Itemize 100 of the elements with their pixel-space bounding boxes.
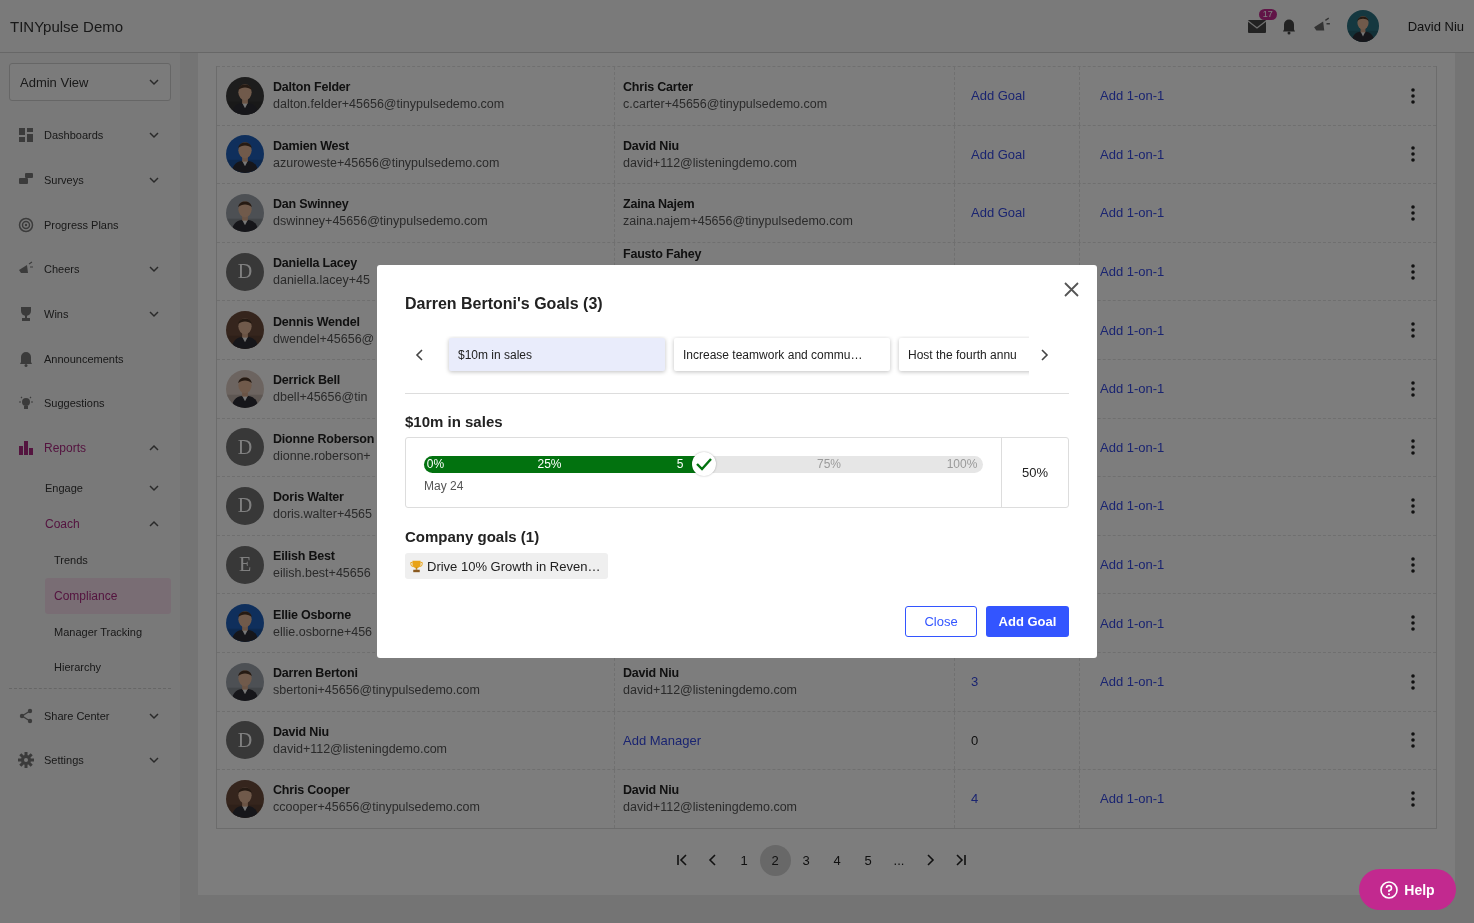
add-one-on-one-link[interactable]: Add 1-on-1 xyxy=(1100,674,1165,690)
close-button[interactable]: Close xyxy=(905,606,977,637)
manager-name: David Niu xyxy=(623,783,680,798)
manager-email: david+112@listeningdemo.com xyxy=(623,800,799,815)
employee-name: Darren Bertoni xyxy=(273,666,359,681)
dialog-title: Darren Bertoni's Goals (3) xyxy=(405,295,604,313)
sidebar-item[interactable]: Share Center xyxy=(0,693,180,738)
add-one-on-one-link[interactable]: Add 1-on-1 xyxy=(1100,498,1165,514)
sidebar-item[interactable]: Compliance xyxy=(45,577,171,614)
sidebar-item[interactable]: Suggestions xyxy=(0,381,180,426)
sidebar-item[interactable]: Surveys xyxy=(0,157,180,203)
employee-email: azuroweste+45656@tinypulsedemo.com xyxy=(273,155,500,170)
more-options-icon[interactable] xyxy=(1411,322,1415,339)
goal-tab[interactable]: Host the fourth annu xyxy=(899,338,1029,371)
sidebar-item[interactable]: Cheers xyxy=(0,247,180,292)
sidebar-item[interactable]: Coach xyxy=(0,506,180,543)
more-options-icon[interactable] xyxy=(1411,146,1415,163)
user-name[interactable]: David Niu xyxy=(1407,18,1464,34)
employee-name: Derrick Bell xyxy=(273,373,342,388)
add-goal-link[interactable]: Add Goal xyxy=(971,146,1026,162)
company-goal-chip[interactable]: Drive 10% Growth in Reven… xyxy=(405,553,609,579)
more-options-icon[interactable] xyxy=(1411,790,1415,807)
avatar: D xyxy=(226,486,264,525)
more-options-icon[interactable] xyxy=(1411,205,1415,221)
share-icon xyxy=(18,707,34,724)
help-button[interactable]: Help xyxy=(1359,869,1456,910)
more-options-icon[interactable] xyxy=(1411,615,1415,632)
add-one-on-one-link[interactable]: Add 1-on-1 xyxy=(1100,88,1165,104)
add-goal-link[interactable]: Add Goal xyxy=(971,88,1026,104)
avatar: D xyxy=(226,721,264,760)
more-options-icon[interactable] xyxy=(1411,380,1415,397)
avatar: E xyxy=(226,545,264,584)
employee-name: David Niu xyxy=(273,724,330,739)
add-one-on-one-link[interactable]: Add 1-on-1 xyxy=(1100,381,1165,397)
sidebar-item[interactable]: Manager Tracking xyxy=(45,613,171,650)
employee-name: Dennis Wendel xyxy=(273,314,361,329)
page-ellipsis: ... xyxy=(892,851,906,870)
more-options-icon[interactable] xyxy=(1411,732,1415,749)
goal-count-link[interactable]: 4 xyxy=(971,791,979,807)
employee-email: dswinney+45656@tinypulsedemo.com xyxy=(273,214,488,229)
trophy-icon xyxy=(18,306,34,323)
add-one-on-one-link[interactable]: Add 1-on-1 xyxy=(1100,557,1165,573)
avatar: D xyxy=(226,252,264,291)
sidebar-item[interactable]: Reports xyxy=(0,425,180,471)
sidebar-item[interactable]: Settings xyxy=(0,737,180,783)
section-title: Company goals (1) xyxy=(405,528,541,545)
close-icon[interactable] xyxy=(1064,282,1079,297)
goal-tab[interactable]: $10m in sales xyxy=(449,338,665,371)
more-options-icon[interactable] xyxy=(1411,673,1415,690)
app-title: TINYpulse Demo xyxy=(10,17,124,35)
page-button[interactable]: 3 xyxy=(790,844,822,876)
page-button[interactable]: 1 xyxy=(728,844,760,876)
more-options-icon[interactable] xyxy=(1411,556,1415,573)
add-manager-link[interactable]: Add Manager xyxy=(623,732,954,748)
sidebar-item[interactable]: Announcements xyxy=(0,336,180,382)
view-select[interactable]: Admin View xyxy=(9,63,171,101)
sidebar-item[interactable]: Hierarchy xyxy=(45,649,171,686)
sidebar-item[interactable]: Engage xyxy=(0,470,180,507)
bell-icon[interactable] xyxy=(1280,17,1297,35)
progress-handle[interactable] xyxy=(691,452,716,476)
sidebar-item[interactable]: Progress Plans xyxy=(0,202,180,248)
page-button[interactable]: 2 xyxy=(759,844,791,876)
add-goal-button[interactable]: Add Goal xyxy=(986,606,1069,637)
more-options-icon[interactable] xyxy=(1411,439,1415,456)
add-one-on-one-link[interactable]: Add 1-on-1 xyxy=(1100,146,1165,162)
add-one-on-one-link[interactable]: Add 1-on-1 xyxy=(1100,205,1165,221)
manager-email: zaina.najem+45656@tinypulsedemo.com xyxy=(623,214,854,229)
more-options-icon[interactable] xyxy=(1411,497,1415,514)
trophy-icon xyxy=(410,559,423,573)
add-one-on-one-link[interactable]: Add 1-on-1 xyxy=(1100,439,1165,455)
manager-name: Chris Carter xyxy=(623,80,694,95)
chevron-down-icon xyxy=(148,76,160,88)
unread-badge: 17 xyxy=(1258,9,1277,20)
add-one-on-one-link[interactable]: Add 1-on-1 xyxy=(1100,322,1165,338)
more-options-icon[interactable] xyxy=(1411,263,1415,280)
sidebar-item[interactable]: Trends xyxy=(45,542,171,578)
lightbulb-icon xyxy=(18,395,34,412)
manager-name: Zaina Najem xyxy=(623,197,696,212)
employee-name: Daniella Lacey xyxy=(273,256,359,271)
add-one-on-one-link[interactable]: Add 1-on-1 xyxy=(1100,264,1165,280)
goal-count-link[interactable]: 3 xyxy=(971,674,979,690)
employee-name: Dan Swinney xyxy=(273,197,350,212)
progress-tick-label: 0% xyxy=(426,457,445,472)
add-goal-link[interactable]: Add Goal xyxy=(971,205,1026,221)
page-button[interactable]: 4 xyxy=(821,844,853,876)
add-one-on-one-link[interactable]: Add 1-on-1 xyxy=(1100,791,1165,807)
manager-name: David Niu xyxy=(623,666,680,681)
mail-icon[interactable] xyxy=(1246,18,1267,34)
goal-title: $10m in sales xyxy=(405,413,504,430)
employee-email: sbertoni+45656@tinypulsedemo.com xyxy=(273,683,480,698)
employee-email: dbell+45656@tin xyxy=(273,390,368,405)
employee-name: Dionne Roberson xyxy=(273,431,375,446)
add-one-on-one-link[interactable]: Add 1-on-1 xyxy=(1100,615,1165,631)
goal-tab[interactable]: Increase teamwork and commu… xyxy=(674,338,890,371)
more-options-icon[interactable] xyxy=(1411,87,1415,104)
sidebar-item[interactable]: Dashboards xyxy=(0,113,180,158)
sidebar-item[interactable]: Wins xyxy=(0,291,180,337)
page-button[interactable]: 5 xyxy=(852,844,884,876)
employee-name: Eilish Best xyxy=(273,549,336,564)
help-icon xyxy=(1380,880,1399,899)
